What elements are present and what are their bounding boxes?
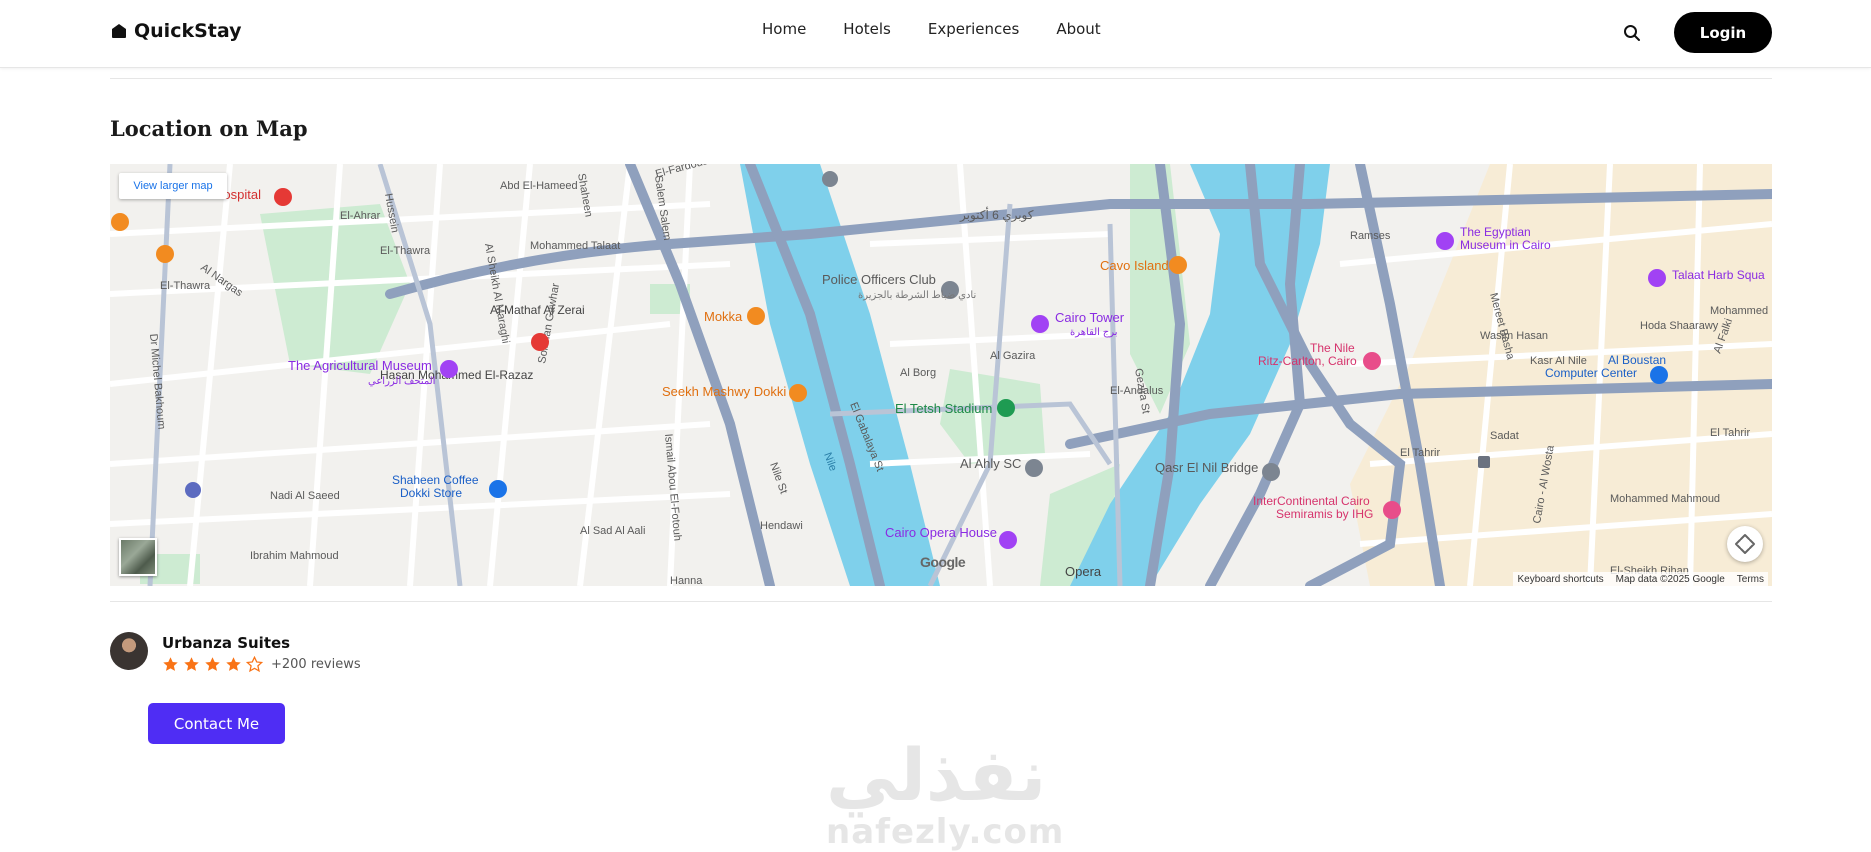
svg-text:نادي ضباط الشرطة بالجزيرة: نادي ضباط الشرطة بالجزيرة xyxy=(858,290,976,301)
svg-text:Cairo Tower: Cairo Tower xyxy=(1055,310,1125,325)
embedded-map[interactable]: Abd El-Hameed El-Ahrar El-Thawra Mohamme… xyxy=(110,164,1772,586)
watermark-arabic: نفذلي xyxy=(826,733,1047,817)
svg-text:Ramses: Ramses xyxy=(1350,230,1391,242)
terms-link[interactable]: Terms xyxy=(1737,574,1764,585)
watermark-latin: nafezly.com xyxy=(826,812,1065,852)
svg-text:Mokka: Mokka xyxy=(704,309,743,324)
map-footer: Keyboard shortcuts Map data ©2025 Google… xyxy=(1513,572,1768,586)
svg-text:Shaheen Coffee: Shaheen Coffee xyxy=(392,473,479,487)
svg-text:Hanna: Hanna xyxy=(670,575,703,586)
watermark: نفذلي nafezly.com xyxy=(826,733,1065,852)
brand-name: QuickStay xyxy=(134,20,242,42)
svg-text:Al Borg: Al Borg xyxy=(900,367,936,379)
svg-text:Semiramis by IHG: Semiramis by IHG xyxy=(1276,507,1373,521)
svg-text:Mohammed Mahmoud: Mohammed Mahmoud xyxy=(1610,493,1720,505)
svg-text:Police Officers Club: Police Officers Club xyxy=(822,272,936,287)
svg-text:Abd El-Hameed: Abd El-Hameed xyxy=(500,180,578,192)
svg-text:Al Sad Al Aali: Al Sad Al Aali xyxy=(580,525,645,537)
svg-text:Ibrahim Mahmoud: Ibrahim Mahmoud xyxy=(250,550,339,562)
svg-text:El-Thawra: El-Thawra xyxy=(380,245,431,257)
svg-text:Cairo Opera House: Cairo Opera House xyxy=(885,525,997,540)
svg-text:El Tahrir: El Tahrir xyxy=(1400,447,1440,459)
svg-text:Al Gazira: Al Gazira xyxy=(990,350,1036,362)
svg-text:El Tetsh Stadium: El Tetsh Stadium xyxy=(895,401,992,416)
brand-logo[interactable]: QuickStay xyxy=(110,20,241,42)
host-name: Urbanza Suites xyxy=(162,634,291,652)
svg-text:Computer Center: Computer Center xyxy=(1545,366,1637,380)
svg-text:Wasim Hasan: Wasim Hasan xyxy=(1480,330,1548,342)
avatar xyxy=(110,632,148,670)
fullscreen-icon xyxy=(1735,534,1755,554)
host-info: Urbanza Suites +200 reviews xyxy=(110,632,361,673)
login-button[interactable]: Login xyxy=(1674,12,1772,53)
svg-text:El-Ahrar: El-Ahrar xyxy=(340,210,381,222)
navbar: QuickStay Home Hotels Experiences About … xyxy=(0,0,1871,68)
house-icon xyxy=(112,24,126,38)
star-filled-icon xyxy=(205,657,220,671)
svg-text:Seekh Mashwy Dokki: Seekh Mashwy Dokki xyxy=(662,384,786,399)
nav-experiences[interactable]: Experiences xyxy=(928,20,1019,38)
search-button[interactable] xyxy=(1621,22,1643,44)
svg-text:كوبري 6 أكتوبر: كوبري 6 أكتوبر xyxy=(959,207,1034,222)
star-filled-icon xyxy=(226,657,241,671)
svg-text:Al Ahly SC: Al Ahly SC xyxy=(960,456,1021,471)
divider xyxy=(110,601,1772,602)
svg-text:The Agricultural Museum: The Agricultural Museum xyxy=(288,358,432,373)
svg-text:Opera: Opera xyxy=(1065,564,1102,579)
review-count: +200 reviews xyxy=(271,657,361,672)
svg-text:Dokki Store: Dokki Store xyxy=(400,486,462,500)
view-larger-map-link[interactable]: View larger map xyxy=(119,173,227,199)
svg-text:Museum in Cairo: Museum in Cairo xyxy=(1460,238,1551,252)
main-nav: Home Hotels Experiences About xyxy=(762,20,1101,38)
fullscreen-button[interactable] xyxy=(1727,526,1763,562)
svg-text:El-Thawra: El-Thawra xyxy=(160,280,211,292)
svg-text:Nadi Al Saeed: Nadi Al Saeed xyxy=(270,490,340,502)
star-filled-icon xyxy=(184,657,199,671)
contact-me-button[interactable]: Contact Me xyxy=(148,703,285,744)
svg-text:Hoda Shaarawy: Hoda Shaarawy xyxy=(1640,320,1719,332)
search-icon xyxy=(1624,25,1640,41)
rating: +200 reviews xyxy=(162,656,361,673)
svg-text:المتحف الزراعي: المتحف الزراعي xyxy=(368,376,435,387)
svg-text:El Tahrir: El Tahrir xyxy=(1710,427,1750,439)
map-canvas[interactable]: Abd El-Hameed El-Ahrar El-Thawra Mohamme… xyxy=(110,164,1772,586)
divider xyxy=(110,78,1772,79)
nav-hotels[interactable]: Hotels xyxy=(843,20,891,38)
map-data-credit: Map data ©2025 Google xyxy=(1615,573,1725,585)
svg-text:Qasr El Nil Bridge: Qasr El Nil Bridge xyxy=(1155,460,1258,475)
svg-text:Sadat: Sadat xyxy=(1490,430,1519,442)
satellite-toggle[interactable] xyxy=(119,538,157,576)
svg-text:The Nile: The Nile xyxy=(1310,341,1355,355)
keyboard-shortcuts-link[interactable]: Keyboard shortcuts xyxy=(1517,574,1603,585)
star-outline-icon xyxy=(246,656,263,673)
nav-about[interactable]: About xyxy=(1056,20,1100,38)
svg-text:InterContinental Cairo: InterContinental Cairo xyxy=(1253,494,1370,508)
svg-text:برج القاهرة: برج القاهرة xyxy=(1070,327,1118,338)
svg-text:Talaat Harb Squa: Talaat Harb Squa xyxy=(1672,268,1765,282)
svg-text:The Egyptian: The Egyptian xyxy=(1460,225,1531,239)
nav-home[interactable]: Home xyxy=(762,20,806,38)
svg-text:Cavo Island: Cavo Island xyxy=(1100,258,1169,273)
google-logo: Google xyxy=(920,554,966,570)
svg-text:Ritz-Carlton, Cairo: Ritz-Carlton, Cairo xyxy=(1258,354,1357,368)
section-title: Location on Map xyxy=(110,116,308,141)
svg-text:Mohammed: Mohammed xyxy=(1710,305,1768,317)
svg-text:Hendawi: Hendawi xyxy=(760,520,803,532)
star-filled-icon xyxy=(163,657,178,671)
svg-text:Al Boustan: Al Boustan xyxy=(1608,353,1666,367)
svg-text:Mohammed Talaat: Mohammed Talaat xyxy=(530,240,620,252)
